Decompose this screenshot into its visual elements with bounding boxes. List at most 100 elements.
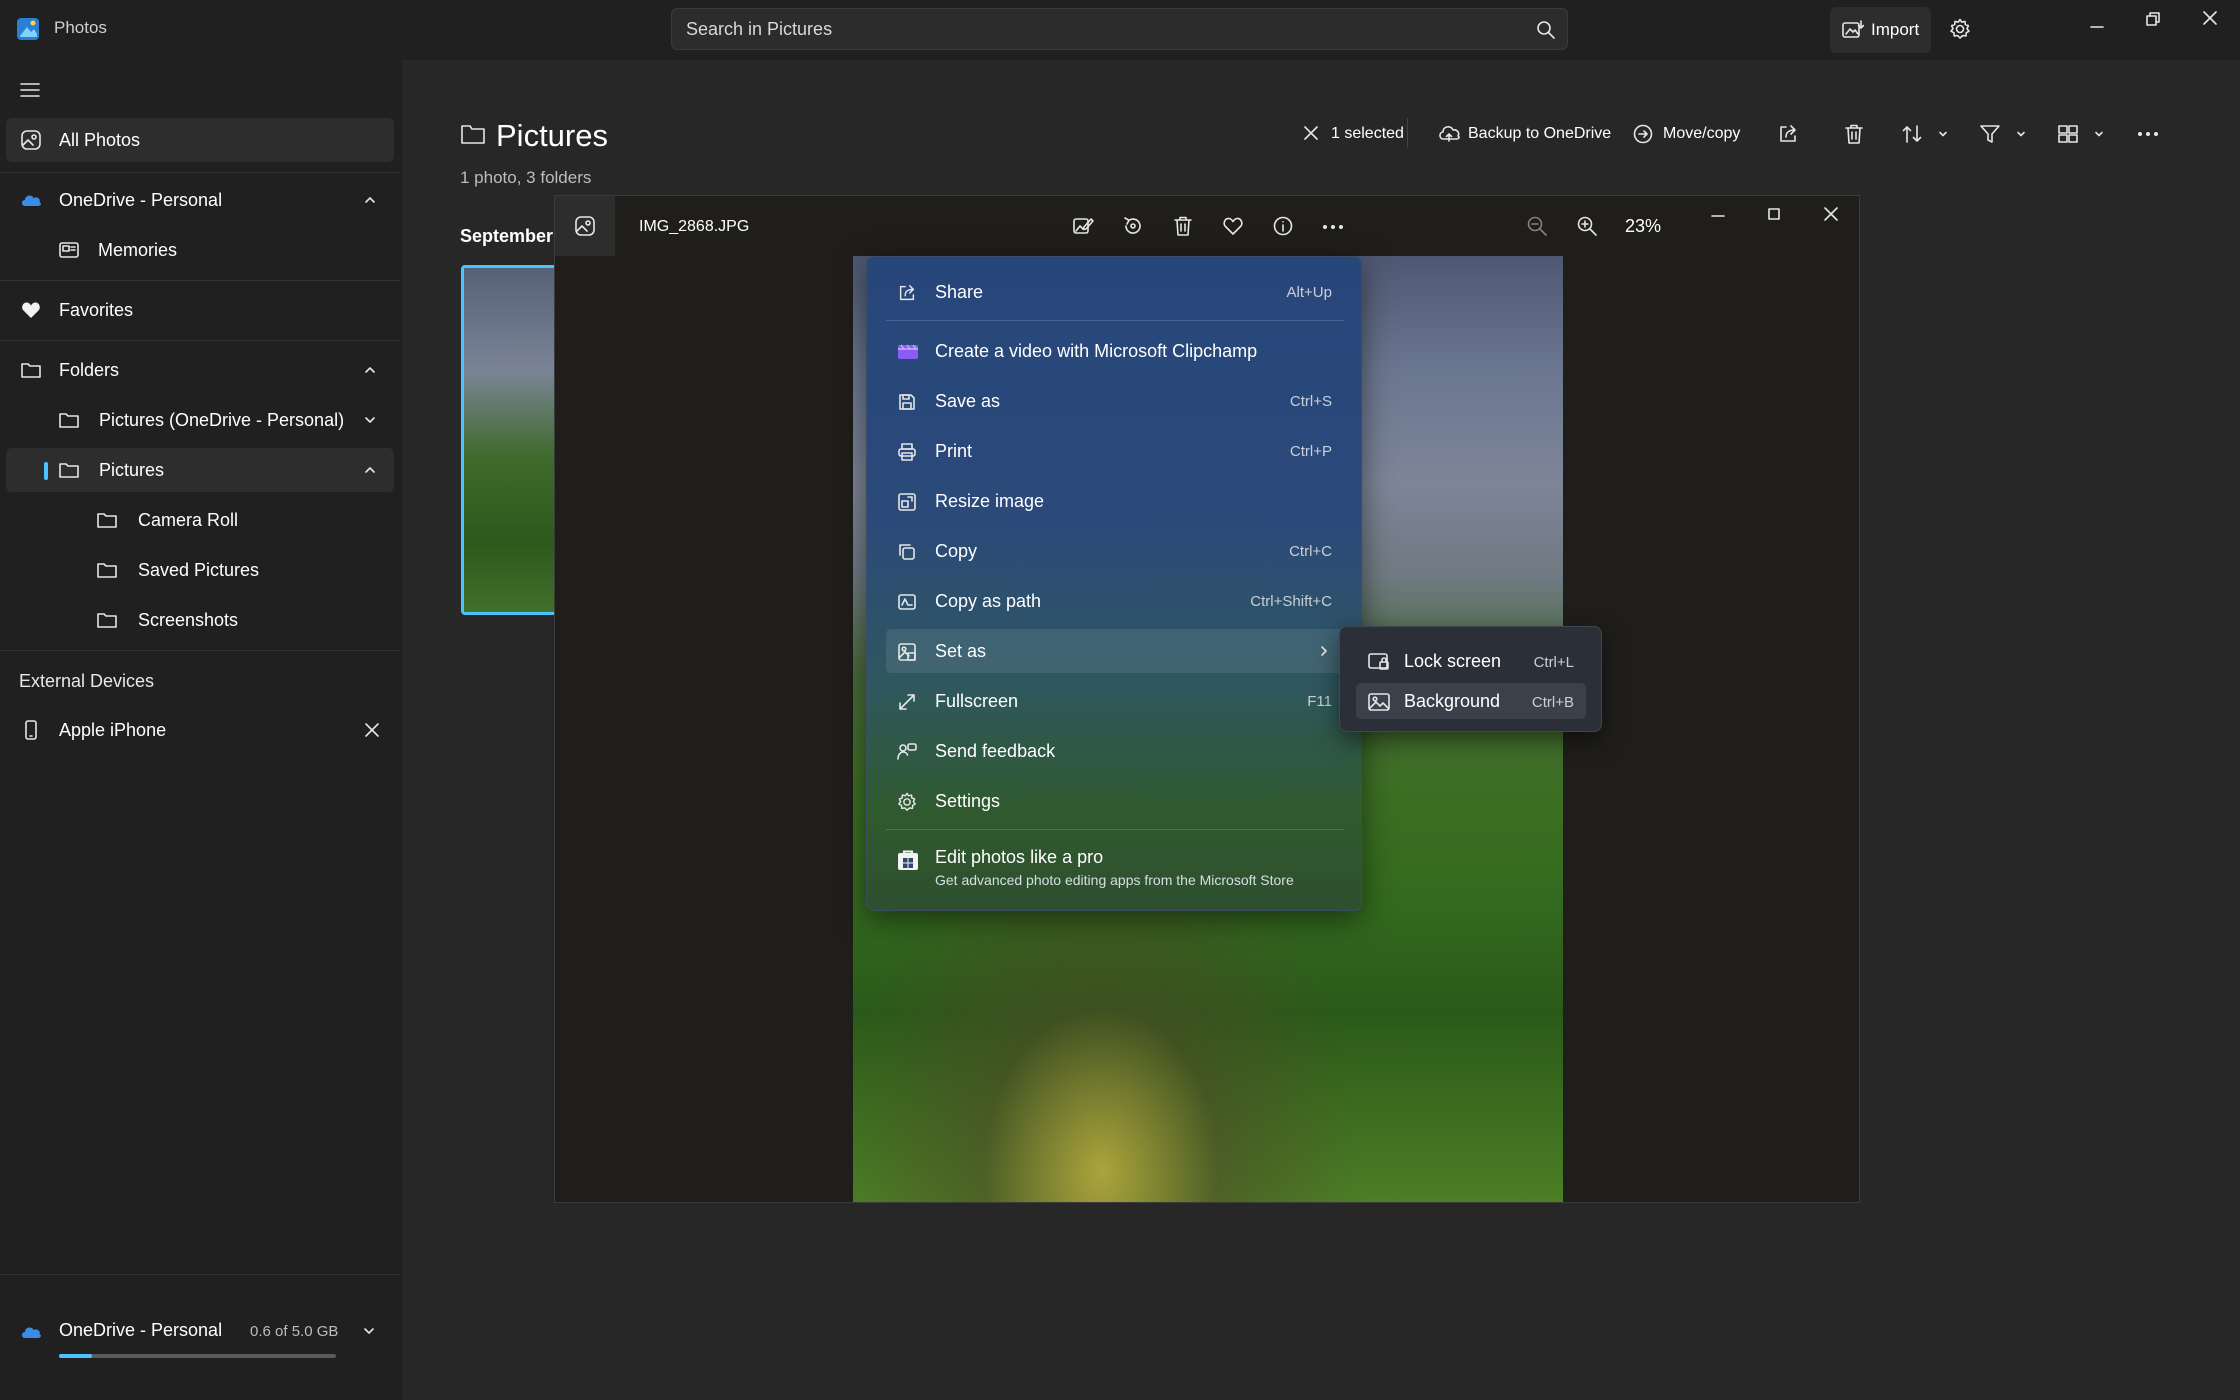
menu-item-set-as[interactable]: Set as xyxy=(886,629,1344,673)
chevron-down-icon[interactable] xyxy=(1937,128,1949,140)
toolbar-divider xyxy=(1407,118,1408,148)
backup-cloud-icon[interactable] xyxy=(1437,122,1461,144)
search-icon[interactable] xyxy=(1536,20,1556,40)
title-bar: Photos Search in Pictures Import xyxy=(0,0,2240,60)
chevron-down-icon[interactable] xyxy=(363,413,377,427)
move-copy-icon[interactable] xyxy=(1632,123,1654,145)
edit-image-icon[interactable] xyxy=(1072,215,1094,237)
background-image-icon xyxy=(1368,693,1390,711)
sidebar-item-pictures[interactable]: Pictures xyxy=(6,448,394,492)
more-options-icon[interactable] xyxy=(2136,124,2160,144)
menu-item-label: Copy xyxy=(935,541,978,561)
clear-selection-icon[interactable] xyxy=(1302,124,1320,142)
info-icon[interactable] xyxy=(1272,215,1294,237)
menu-item-settings[interactable]: Settings xyxy=(886,779,1344,823)
maximize-window-icon[interactable] xyxy=(1766,206,1782,222)
menu-item-copy-as-path[interactable]: Copy as path Ctrl+Shift+C xyxy=(886,579,1344,623)
sort-icon[interactable] xyxy=(1901,123,1923,145)
lock-screen-icon xyxy=(1368,653,1390,671)
restore-window-icon[interactable] xyxy=(2145,11,2161,27)
zoom-in-icon[interactable] xyxy=(1576,215,1598,237)
menu-item-print[interactable]: Print Ctrl+P xyxy=(886,429,1344,473)
menu-item-clipchamp[interactable]: Create a video with Microsoft Clipchamp xyxy=(886,329,1344,373)
minimize-window-icon[interactable] xyxy=(2089,19,2105,35)
menu-item-edit-like-pro[interactable]: Edit photos like a pro Get advanced phot… xyxy=(886,837,1344,899)
heart-icon xyxy=(20,299,42,321)
folder-icon xyxy=(96,509,118,531)
menu-item-share[interactable]: Share Alt+Up xyxy=(886,270,1344,314)
filter-icon[interactable] xyxy=(1979,123,2001,145)
sidebar-item-pictures-onedrive[interactable]: Pictures (OneDrive - Personal) xyxy=(6,398,394,442)
delete-trash-icon[interactable] xyxy=(1843,123,1865,145)
photo-icon xyxy=(574,215,596,237)
menu-item-send-feedback[interactable]: Send feedback xyxy=(886,729,1344,773)
sidebar-item-all-photos[interactable]: All Photos xyxy=(6,118,394,162)
favorite-heart-icon[interactable] xyxy=(1222,215,1244,237)
zoom-out-icon[interactable] xyxy=(1526,215,1548,237)
page-title: Pictures xyxy=(496,118,608,153)
menu-item-copy[interactable]: Copy Ctrl+C xyxy=(886,529,1344,573)
sidebar-item-label: Folders xyxy=(59,360,120,380)
search-input[interactable]: Search in Pictures xyxy=(671,8,1568,50)
settings-gear-icon[interactable] xyxy=(1949,18,1971,40)
store-icon xyxy=(897,849,919,871)
import-icon xyxy=(1842,20,1864,40)
submenu-item-lock-screen[interactable]: Lock screen Ctrl+L xyxy=(1356,643,1586,679)
menu-item-resize-image[interactable]: Resize image xyxy=(886,479,1344,523)
chevron-up-icon[interactable] xyxy=(363,363,377,377)
close-window-icon[interactable] xyxy=(2202,10,2218,26)
close-window-icon[interactable] xyxy=(1823,206,1839,222)
menu-item-fullscreen[interactable]: Fullscreen F11 xyxy=(886,679,1344,723)
minimize-window-icon[interactable] xyxy=(1710,208,1726,224)
sidebar-item-label: All Photos xyxy=(59,130,141,150)
all-photos-icon xyxy=(20,129,42,151)
import-label: Import xyxy=(1871,20,1920,39)
sidebar-item-memories[interactable]: Memories xyxy=(6,228,394,272)
memories-icon xyxy=(58,239,80,261)
printer-icon xyxy=(897,442,917,462)
menu-item-sublabel: Get advanced photo editing apps from the… xyxy=(935,872,1294,888)
menu-item-label: Copy as path xyxy=(935,591,1042,611)
onedrive-cloud-icon xyxy=(20,192,42,208)
move-copy-button-label[interactable]: Move/copy xyxy=(1663,125,1740,143)
submenu-item-shortcut: Ctrl+L xyxy=(1533,654,1574,671)
sidebar-item-saved-pictures[interactable]: Saved Pictures xyxy=(6,548,394,592)
more-options-icon[interactable] xyxy=(1321,217,1345,237)
sidebar-item-camera-roll[interactable]: Camera Roll xyxy=(6,498,394,542)
submenu-item-background[interactable]: Background Ctrl+B xyxy=(1356,683,1586,719)
sidebar-item-onedrive[interactable]: OneDrive - Personal xyxy=(6,178,394,222)
menu-item-shortcut: Alt+Up xyxy=(1286,284,1332,301)
menu-item-label: Set as xyxy=(935,641,987,661)
sidebar-item-apple-iphone[interactable]: Apple iPhone xyxy=(6,708,394,752)
menu-item-label: Resize image xyxy=(935,491,1045,511)
sidebar-item-favorites[interactable]: Favorites xyxy=(6,288,394,332)
chevron-up-icon[interactable] xyxy=(363,193,377,207)
sidebar-item-folders[interactable]: Folders xyxy=(6,348,394,392)
sidebar-item-label: OneDrive - Personal xyxy=(59,190,223,210)
folder-icon xyxy=(58,459,80,481)
chevron-up-icon[interactable] xyxy=(363,463,377,477)
delete-trash-icon[interactable] xyxy=(1172,215,1194,237)
view-layout-icon[interactable] xyxy=(2057,123,2079,145)
storage-progress-fill xyxy=(59,1354,92,1358)
menu-item-save-as[interactable]: Save as Ctrl+S xyxy=(886,379,1344,423)
zoom-level[interactable]: 23% xyxy=(1625,216,1661,237)
menu-item-label: Send feedback xyxy=(935,741,1056,761)
menu-item-label: Settings xyxy=(935,791,1001,811)
storage-progress-bar xyxy=(59,1354,336,1358)
chevron-down-icon[interactable] xyxy=(2093,128,2105,140)
chevron-down-icon[interactable] xyxy=(362,1324,376,1338)
backup-button-label[interactable]: Backup to OneDrive xyxy=(1468,125,1611,143)
chevron-down-icon[interactable] xyxy=(2015,128,2027,140)
submenu-item-shortcut: Ctrl+B xyxy=(1531,694,1574,711)
share-icon[interactable] xyxy=(1777,123,1799,145)
rotate-icon[interactable] xyxy=(1122,215,1144,237)
viewer-filename: IMG_2868.JPG xyxy=(639,218,750,235)
settings-gear-icon xyxy=(897,792,917,812)
close-icon[interactable] xyxy=(364,722,380,738)
viewer-app-button[interactable] xyxy=(555,196,615,256)
import-button[interactable]: Import xyxy=(1830,7,1931,53)
hamburger-menu-icon[interactable] xyxy=(19,81,41,99)
photo-thumbnail-selected[interactable] xyxy=(461,265,561,615)
sidebar-item-screenshots[interactable]: Screenshots xyxy=(6,598,394,642)
